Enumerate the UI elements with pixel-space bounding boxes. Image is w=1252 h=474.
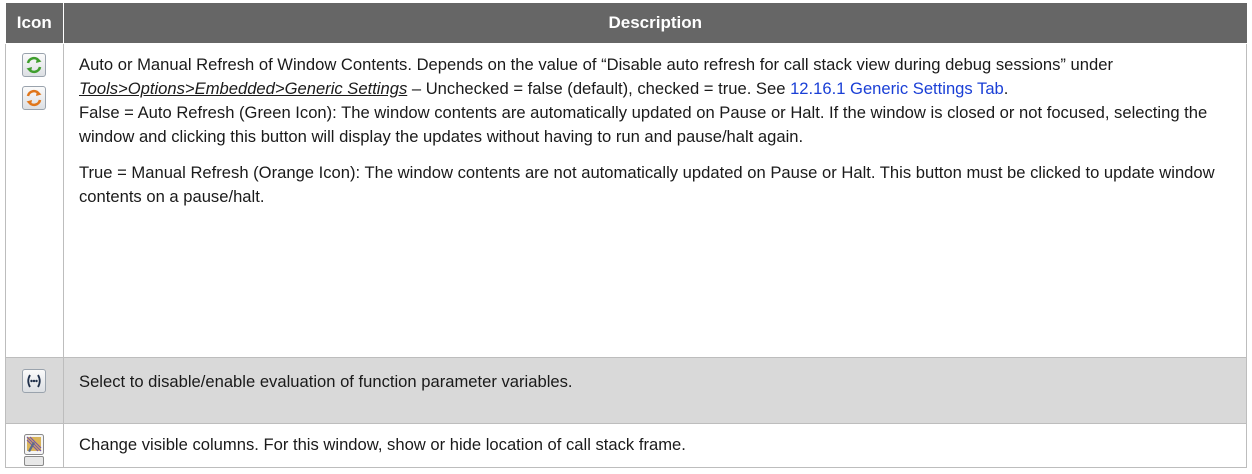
table-header-row: Icon Description [5,3,1247,44]
description-cell: Auto or Manual Refresh of Window Content… [63,43,1247,358]
description-cell: Change visible columns. For this window,… [63,423,1247,468]
refresh-orange-icon[interactable] [22,86,46,110]
refresh-text-b: – Unchecked = false (default), checked =… [407,79,791,98]
table-row-function-parameters: Select to disable/enable evaluation of f… [5,357,1247,424]
columns-description: Change visible columns. For this window,… [79,435,686,454]
table-row-refresh: Auto or Manual Refresh of Window Content… [5,43,1247,358]
refresh-description-p1: Auto or Manual Refresh of Window Content… [79,53,1236,101]
refresh-text-c: . [1003,79,1009,98]
refresh-text-a: Auto or Manual Refresh of Window Content… [79,55,1113,74]
function-parameters-description: Select to disable/enable evaluation of f… [79,372,573,391]
function-parameters-icon[interactable] [22,369,46,393]
settings-path: Tools>Options>Embedded>Generic Settings [79,79,408,98]
refresh-description-p2: False = Auto Refresh (Green Icon): The w… [79,103,1208,146]
icon-cell [5,43,64,358]
table-row-columns: Change visible columns. For this window,… [5,423,1247,468]
description-cell: Select to disable/enable evaluation of f… [63,357,1247,424]
icon-description-table: Icon Description Auto or Manual Refresh … [5,3,1247,468]
header-description: Description [63,3,1247,44]
icon-cell [5,357,64,424]
refresh-description-p3: True = Manual Refresh (Orange Icon): The… [79,163,1215,206]
icon-cell [5,423,64,468]
header-icon: Icon [5,3,64,44]
columns-icon[interactable] [22,433,46,467]
generic-settings-tab-link[interactable]: 12.16.1 Generic Settings Tab [790,79,1004,98]
refresh-green-icon[interactable] [22,53,46,77]
